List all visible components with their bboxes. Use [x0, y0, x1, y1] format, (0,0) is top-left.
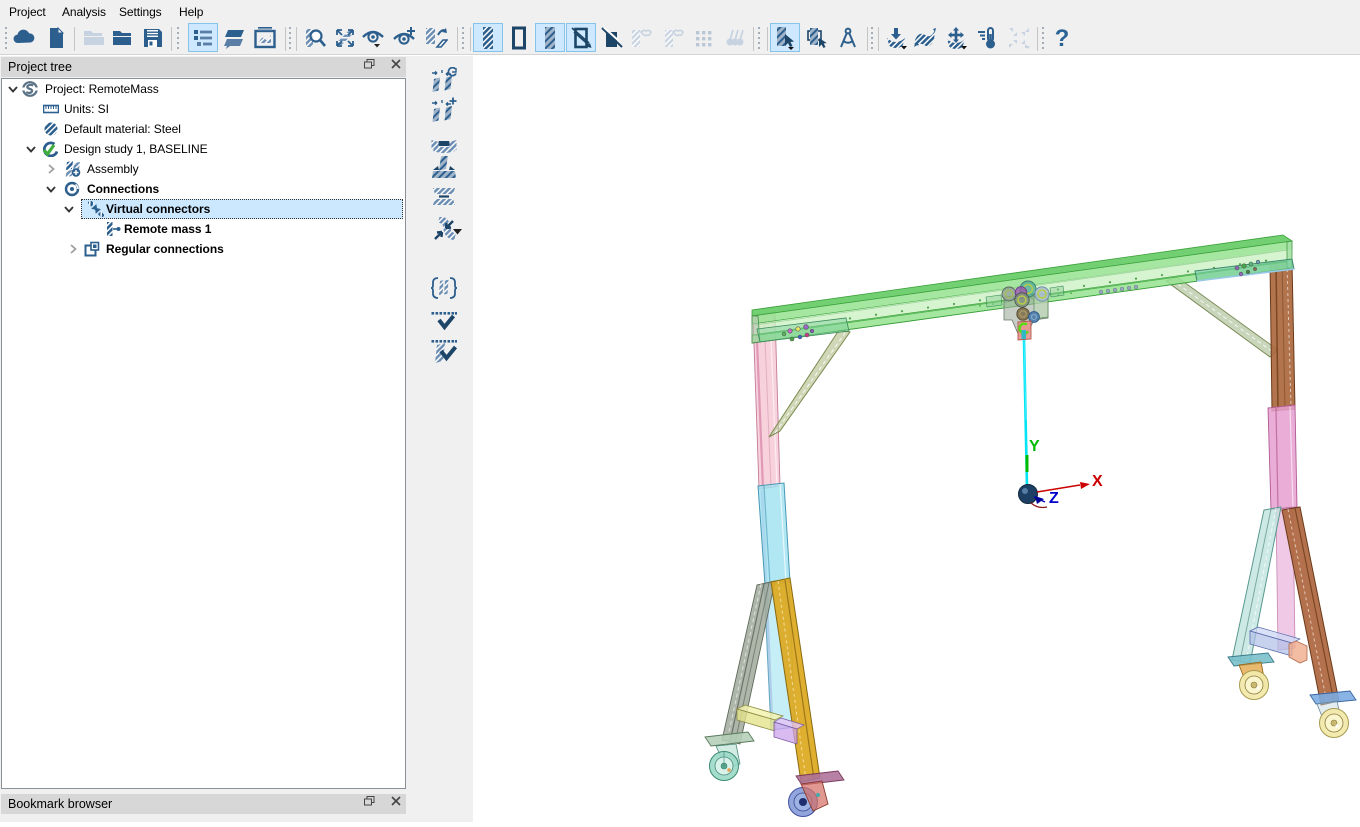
- svg-text:Y: Y: [1029, 438, 1040, 455]
- svg-text:?: ?: [1055, 26, 1070, 50]
- svg-text:Z: Z: [1049, 490, 1059, 507]
- svg-text:X: X: [1092, 473, 1103, 490]
